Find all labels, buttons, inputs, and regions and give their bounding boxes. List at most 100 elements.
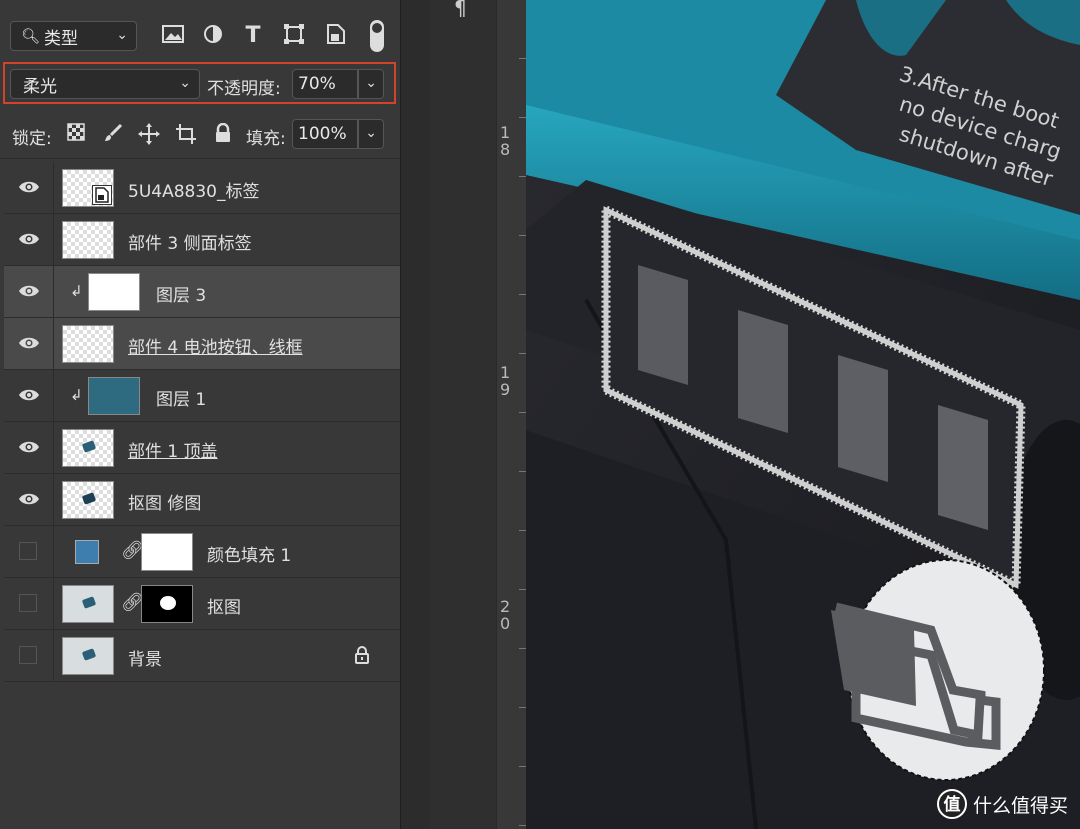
filter-kind-label: 类型 [44,28,79,49]
layer-row[interactable]: 部件 4 电池按钮、线框 [4,318,400,370]
filter-toggle-icon[interactable] [370,20,384,52]
ruler-mark-label: 18 [500,123,511,159]
visibility-toggle[interactable] [4,370,54,422]
fill-value: 100% [298,124,347,144]
lock-all-icon[interactable] [212,122,234,145]
layer-name: 5U4A8830_标签 [128,182,260,202]
layer-name: 背景 [128,650,162,670]
product-thumbnail-icon [81,492,97,505]
chevron-down-icon: ⌄ [179,75,191,91]
eye-icon [19,389,39,401]
layer-lock-icon [354,646,370,668]
layer-name: 部件 1 顶盖 [128,442,218,462]
visibility-toggle[interactable] [4,422,54,474]
visibility-toggle[interactable] [4,214,54,266]
panel-divider [0,158,400,159]
layer-thumbnail [62,429,114,467]
opacity-value: 70% [298,74,336,94]
layer-row[interactable]: 5U4A8830_标签 [4,162,400,214]
layer-thumbnail [62,585,114,623]
layer-thumbnail [88,377,140,415]
clipping-mask-icon: ↲ [70,282,83,300]
product-thumbnail-icon [81,596,97,609]
paragraph-icon[interactable]: ¶ [454,0,467,20]
eye-icon [19,285,39,297]
ruler-mark: 19 [500,364,514,398]
ruler-mark-label: 20 [500,597,511,633]
visibility-toggle[interactable] [4,162,54,214]
panel-scroll-strip [400,0,431,829]
type-filter-icon[interactable]: T [241,24,265,48]
fill-dropdown-button[interactable]: ⌄ [358,119,384,149]
opacity-dropdown-button[interactable]: ⌄ [358,69,384,99]
shape-filter-icon[interactable] [282,24,306,48]
opacity-input[interactable]: 70% [292,69,358,99]
fill-label: 填充: [246,129,286,149]
layer-mask-thumbnail [141,533,193,571]
layer-thumbnail [62,637,114,675]
blend-mode-dropdown[interactable]: 柔光 ⌄ [10,69,200,99]
lock-pixels-icon[interactable] [102,123,124,145]
document-canvas[interactable]: 3.After the boot no device charg shutdow… [526,0,1080,829]
layer-row[interactable]: 抠图 修图 [4,474,400,526]
layer-name: 部件 3 侧面标签 [128,234,252,254]
lock-artboard-icon[interactable] [175,123,197,145]
visibility-toggle[interactable] [4,474,54,526]
eye-icon [19,337,39,349]
layer-row[interactable]: 部件 3 侧面标签 [4,214,400,266]
filter-kind-dropdown[interactable]: 🔍︎ 类型 ⌄ [10,21,137,51]
clipping-mask-icon: ↲ [70,386,83,404]
watermark-logo: 值 [936,789,967,819]
adjustment-filter-icon[interactable] [201,24,225,48]
visibility-toggle[interactable] [4,318,54,370]
eye-icon [19,181,39,193]
smart-object-badge-icon [92,185,112,205]
search-icon: 🔍︎ [21,27,41,45]
visibility-checkbox [19,542,37,560]
fill-color-swatch [75,540,99,564]
layer-thumbnail [88,273,140,311]
ruler-mark-label: 19 [500,363,511,399]
layer-name: 图层 3 [156,286,207,306]
layers-panel: 🔍︎ 类型 ⌄ T 柔光 ⌄ 不透明度: 70% ⌄ 锁定: 填充: 100% … [0,0,400,829]
layer-thumbnail [62,169,114,207]
layer-row[interactable]: ↲ 图层 1 [4,370,400,422]
layer-thumbnail [62,481,114,519]
image-filter-icon[interactable] [161,24,185,48]
layer-row[interactable]: 部件 1 顶盖 [4,422,400,474]
layer-row[interactable]: 🔗︎ 颜色填充 1 [4,526,400,578]
lock-transparent-icon[interactable] [65,123,87,145]
layer-name: 图层 1 [156,390,207,410]
visibility-toggle[interactable] [4,630,54,682]
fill-input[interactable]: 100% [292,119,358,149]
visibility-toggle[interactable] [4,578,54,630]
lock-label: 锁定: [12,129,52,149]
opacity-label: 不透明度: [207,79,281,99]
layer-name: 颜色填充 1 [207,546,292,566]
product-thumbnail-icon [81,648,97,661]
visibility-toggle[interactable] [4,526,54,578]
collapsed-panel-strip: ¶ [430,0,496,829]
product-thumbnail-icon [81,440,97,453]
watermark: 值 什么值得买 [936,789,1068,819]
layer-row[interactable]: ↲ 图层 3 [4,266,400,318]
layer-name: 部件 4 电池按钮、线框 [128,338,303,358]
layer-thumbnail [62,221,114,259]
layer-name: 抠图 修图 [128,494,202,514]
mask-shape [160,596,176,610]
visibility-toggle[interactable] [4,266,54,318]
chevron-down-icon: ⌄ [365,125,377,141]
layer-row[interactable]: 🔗︎ 抠图 [4,578,400,630]
visibility-checkbox [19,646,37,664]
blend-mode-value: 柔光 [23,76,57,97]
chevron-down-icon: ⌄ [116,27,128,43]
layer-row[interactable]: 背景 [4,630,400,682]
eye-icon [19,441,39,453]
lock-position-icon[interactable] [138,123,160,145]
smart-object-filter-icon[interactable] [324,24,348,48]
layer-mask-thumbnail [141,585,193,623]
canvas-image: 3.After the boot no device charg shutdow… [526,0,1080,829]
eye-icon [19,233,39,245]
watermark-text: 什么值得买 [972,794,1068,817]
eye-icon [19,493,39,505]
